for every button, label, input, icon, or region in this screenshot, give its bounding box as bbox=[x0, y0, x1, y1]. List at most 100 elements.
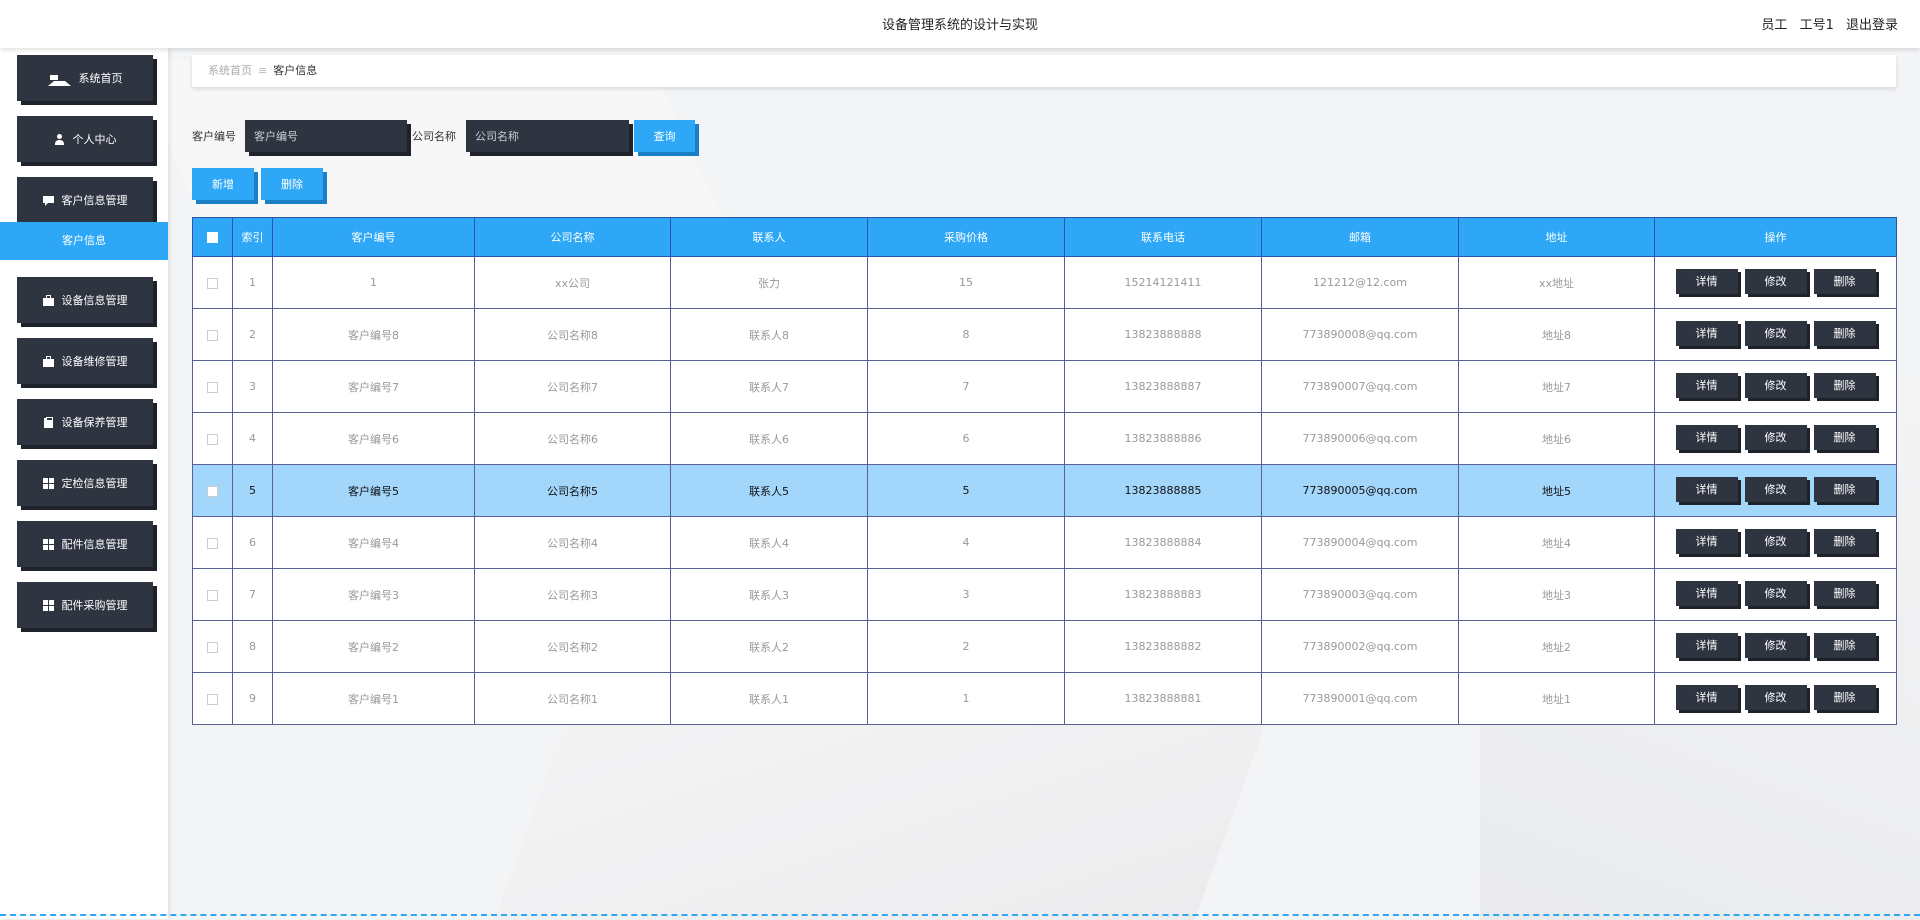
edit-button[interactable]: 修改 bbox=[1744, 476, 1807, 502]
delete-button[interactable]: 删除 bbox=[1813, 684, 1876, 710]
phone-cell: 13823888885 bbox=[1064, 464, 1262, 517]
add-button[interactable]: 新增 bbox=[192, 168, 254, 200]
batch-delete-button[interactable]: 删除 bbox=[261, 168, 323, 200]
customer-no-cell: 客户编号3 bbox=[272, 568, 475, 621]
row-select-cell bbox=[192, 516, 233, 569]
row-actions: 详情 修改 删除 bbox=[1654, 464, 1897, 517]
delete-button[interactable]: 删除 bbox=[1813, 268, 1876, 294]
contact-cell: 联系人6 bbox=[670, 412, 868, 465]
sidebar-item-customer-management[interactable]: 客户信息管理 bbox=[17, 177, 153, 223]
detail-button[interactable]: 详情 bbox=[1675, 476, 1738, 502]
sidebar-item-parts-info[interactable]: 配件信息管理 bbox=[17, 521, 153, 567]
delete-button[interactable]: 删除 bbox=[1813, 580, 1876, 606]
grid-icon bbox=[42, 538, 54, 550]
row-index: 3 bbox=[232, 360, 273, 413]
row-index: 4 bbox=[232, 412, 273, 465]
table-row[interactable]: 1 1 xx公司 张力 15 15214121411 121212@12.com xx地址 详情… bbox=[192, 256, 1897, 309]
query-button[interactable]: 查询 bbox=[634, 120, 695, 152]
row-checkbox[interactable] bbox=[207, 693, 218, 705]
company-cell: 公司名称7 bbox=[474, 360, 671, 413]
customer-no-input[interactable] bbox=[245, 120, 407, 152]
company-input[interactable] bbox=[466, 120, 629, 152]
delete-button[interactable]: 删除 bbox=[1813, 320, 1876, 346]
sidebar-item-personal-center[interactable]: 个人中心 bbox=[17, 116, 153, 162]
sidebar-item-equipment-info[interactable]: 设备信息管理 bbox=[17, 277, 153, 323]
delete-button[interactable]: 删除 bbox=[1813, 632, 1876, 658]
edit-button[interactable]: 修改 bbox=[1744, 424, 1807, 450]
row-checkbox[interactable] bbox=[207, 589, 218, 601]
column-header: 客户编号 bbox=[272, 217, 475, 257]
edit-button[interactable]: 修改 bbox=[1744, 528, 1807, 554]
edit-button[interactable]: 修改 bbox=[1744, 320, 1807, 346]
row-checkbox[interactable] bbox=[207, 381, 218, 393]
sidebar-item-equipment-maintenance[interactable]: 设备保养管理 bbox=[17, 399, 153, 445]
customer-no-cell: 客户编号5 bbox=[272, 464, 475, 517]
delete-button[interactable]: 删除 bbox=[1813, 372, 1876, 398]
detail-button[interactable]: 详情 bbox=[1675, 632, 1738, 658]
logout-link[interactable]: 退出登录 bbox=[1846, 18, 1898, 33]
price-cell: 8 bbox=[867, 308, 1065, 361]
address-cell: 地址7 bbox=[1458, 360, 1655, 413]
sidebar-item-parts-purchase[interactable]: 配件采购管理 bbox=[17, 582, 153, 628]
row-checkbox[interactable] bbox=[207, 277, 218, 289]
edit-button[interactable]: 修改 bbox=[1744, 372, 1807, 398]
table-header-row: 索引 客户编号 公司名称 联系人 采购价格 联系电话 邮箱 地址 操作 bbox=[192, 217, 1897, 257]
table-row[interactable]: 3 客户编号7 公司名称7 联系人7 7 13823888887 773890007@qq.… bbox=[192, 360, 1897, 413]
customer-no-cell: 客户编号2 bbox=[272, 620, 475, 673]
breadcrumb-home[interactable]: 系统首页 bbox=[208, 64, 252, 77]
edit-button[interactable]: 修改 bbox=[1744, 268, 1807, 294]
company-cell: 公司名称5 bbox=[474, 464, 671, 517]
table-row[interactable]: 7 客户编号3 公司名称3 联系人3 3 13823888883 773890003@qq.… bbox=[192, 568, 1897, 621]
detail-button[interactable]: 详情 bbox=[1675, 580, 1738, 606]
sidebar-item-equipment-repair[interactable]: 设备维修管理 bbox=[17, 338, 153, 384]
row-checkbox[interactable] bbox=[207, 485, 218, 497]
delete-button[interactable]: 删除 bbox=[1813, 424, 1876, 450]
table-row[interactable]: 9 客户编号1 公司名称1 联系人1 1 13823888881 773890001@qq.… bbox=[192, 672, 1897, 725]
edit-button[interactable]: 修改 bbox=[1744, 684, 1807, 710]
row-index: 9 bbox=[232, 672, 273, 725]
row-index: 5 bbox=[232, 464, 273, 517]
row-checkbox[interactable] bbox=[207, 537, 218, 549]
edit-button[interactable]: 修改 bbox=[1744, 632, 1807, 658]
delete-button[interactable]: 删除 bbox=[1813, 476, 1876, 502]
table-row[interactable]: 5 客户编号5 公司名称5 联系人5 5 13823888885 773890005@qq.… bbox=[192, 464, 1897, 517]
table-row[interactable]: 6 客户编号4 公司名称4 联系人4 4 13823888884 773890004@qq.… bbox=[192, 516, 1897, 569]
column-header: 公司名称 bbox=[474, 217, 671, 257]
customer-no-label: 客户编号 bbox=[192, 130, 236, 143]
home-icon bbox=[47, 70, 71, 86]
row-checkbox[interactable] bbox=[207, 641, 218, 653]
table-row[interactable]: 2 客户编号8 公司名称8 联系人8 8 13823888888 773890008@qq.… bbox=[192, 308, 1897, 361]
detail-button[interactable]: 详情 bbox=[1675, 528, 1738, 554]
row-checkbox[interactable] bbox=[207, 433, 218, 445]
breadcrumb: 系统首页 ≡ 客户信息 bbox=[192, 55, 1896, 87]
row-checkbox[interactable] bbox=[207, 329, 218, 341]
address-cell: 地址4 bbox=[1458, 516, 1655, 569]
sidebar-item-label: 系统首页 bbox=[78, 72, 123, 85]
clipboard-icon bbox=[43, 416, 54, 428]
row-select-cell bbox=[192, 620, 233, 673]
column-header: 操作 bbox=[1654, 217, 1897, 257]
customer-no-cell: 1 bbox=[272, 256, 475, 309]
table-row[interactable]: 8 客户编号2 公司名称2 联系人2 2 13823888882 773890002@qq.… bbox=[192, 620, 1897, 673]
customer-no-cell: 客户编号7 bbox=[272, 360, 475, 413]
row-actions: 详情 修改 删除 bbox=[1654, 672, 1897, 725]
select-all-checkbox[interactable] bbox=[207, 232, 218, 243]
delete-button[interactable]: 删除 bbox=[1813, 528, 1876, 554]
chat-icon bbox=[42, 195, 54, 206]
column-header: 采购价格 bbox=[867, 217, 1065, 257]
contact-cell: 联系人8 bbox=[670, 308, 868, 361]
edit-button[interactable]: 修改 bbox=[1744, 580, 1807, 606]
detail-button[interactable]: 详情 bbox=[1675, 268, 1738, 294]
sidebar-item-home[interactable]: 系统首页 bbox=[17, 55, 153, 101]
email-cell: 773890002@qq.com bbox=[1261, 620, 1459, 673]
detail-button[interactable]: 详情 bbox=[1675, 684, 1738, 710]
table-row[interactable]: 4 客户编号6 公司名称6 联系人6 6 13823888886 773890006@qq.… bbox=[192, 412, 1897, 465]
detail-button[interactable]: 详情 bbox=[1675, 320, 1738, 346]
sidebar-item-inspection[interactable]: 定检信息管理 bbox=[17, 460, 153, 506]
contact-cell: 联系人7 bbox=[670, 360, 868, 413]
price-cell: 1 bbox=[867, 672, 1065, 725]
detail-button[interactable]: 详情 bbox=[1675, 372, 1738, 398]
sidebar-subitem-customer-info[interactable]: 客户信息 bbox=[0, 222, 168, 260]
email-cell: 773890003@qq.com bbox=[1261, 568, 1459, 621]
detail-button[interactable]: 详情 bbox=[1675, 424, 1738, 450]
